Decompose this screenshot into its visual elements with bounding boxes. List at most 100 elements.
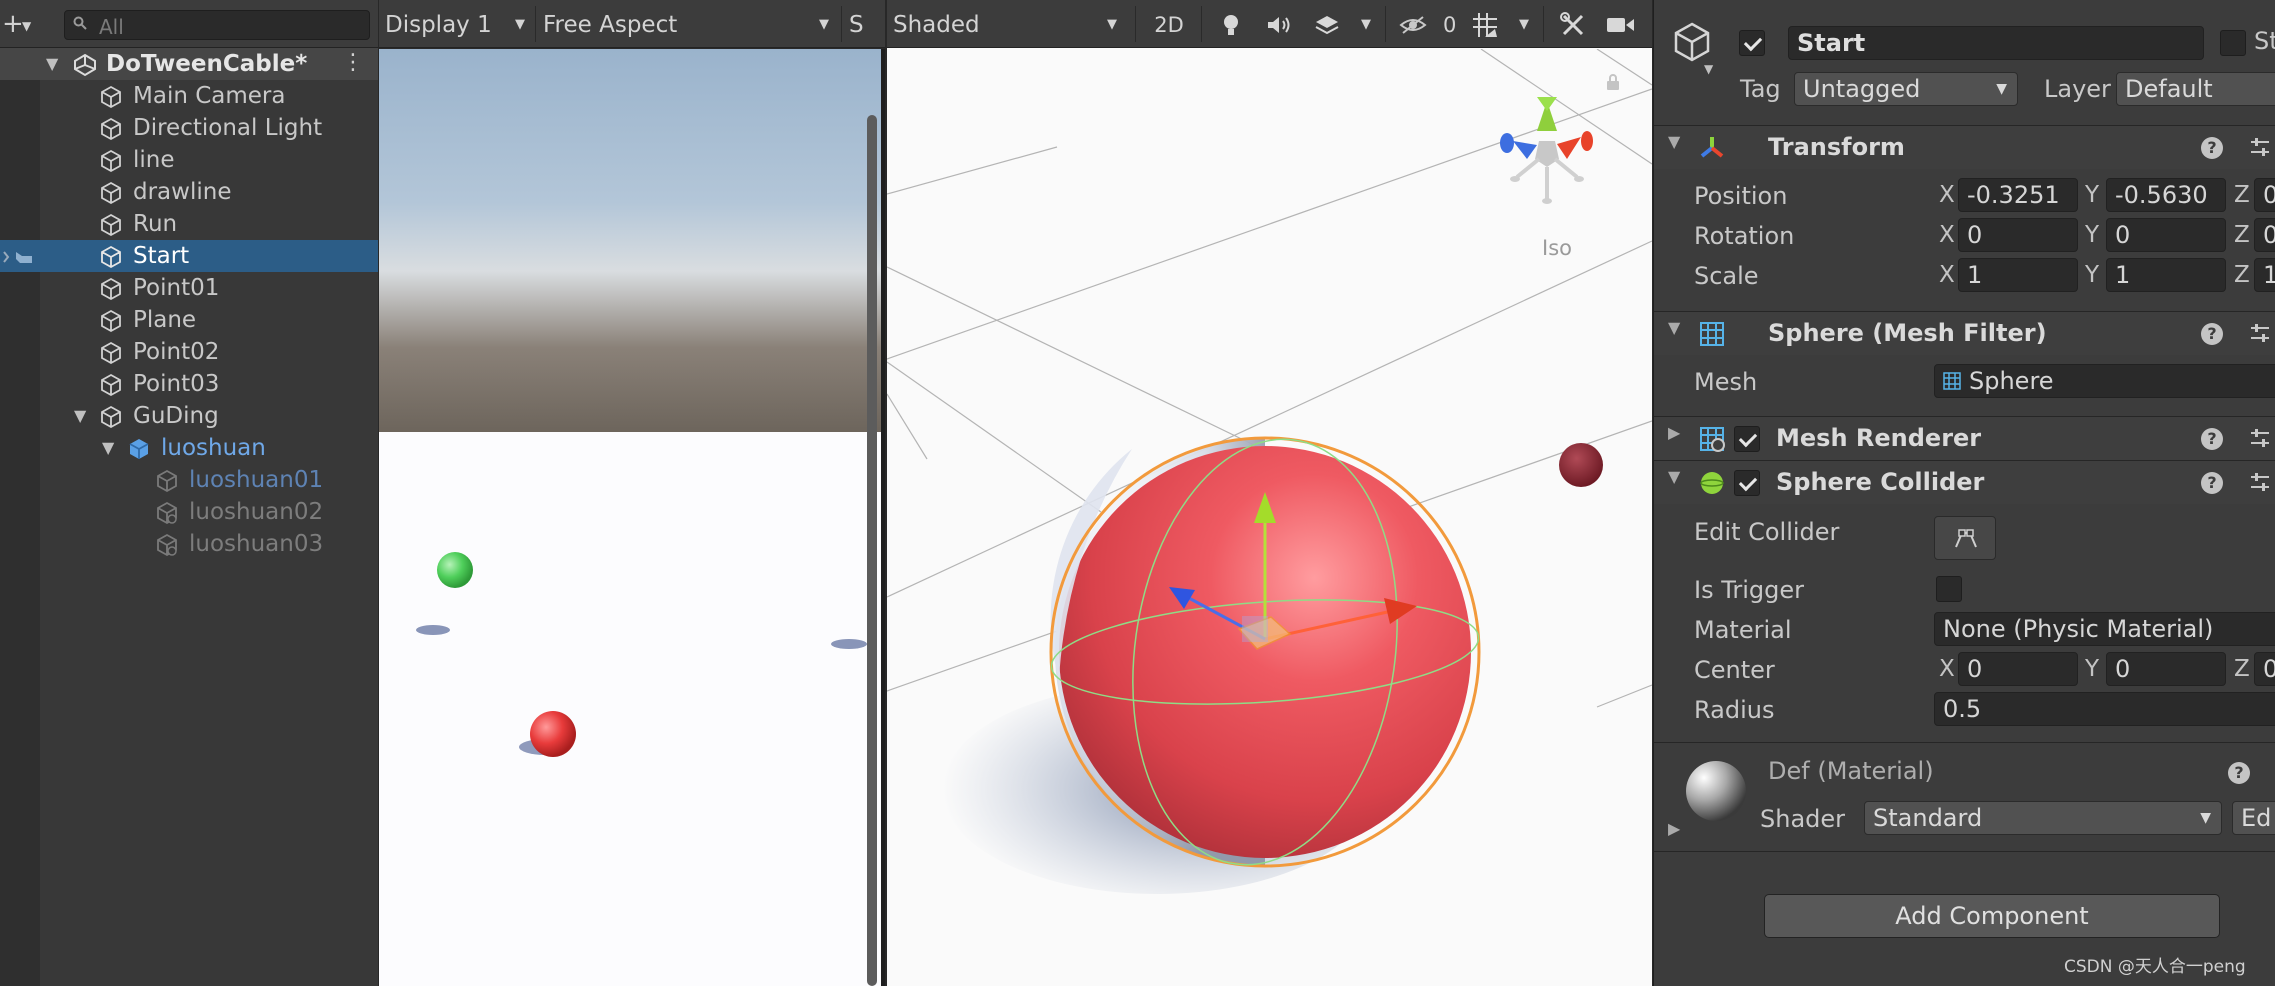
display-dropdown[interactable]: Display 1 ▼: [379, 8, 535, 42]
2d-toggle[interactable]: 2D: [1143, 8, 1195, 42]
sphere-collider-header[interactable]: ▼ Sphere Collider ?: [1654, 460, 2275, 504]
effects-dropdown[interactable]: ▼: [1351, 8, 1381, 42]
transform-header[interactable]: ▼ Transform ?: [1654, 125, 2275, 169]
hierarchy-search-input[interactable]: All: [64, 10, 370, 40]
shader-dropdown[interactable]: Standard ▼: [1864, 801, 2222, 835]
help-icon[interactable]: ?: [2201, 323, 2223, 345]
settings-sliders-icon[interactable]: [2249, 322, 2271, 344]
scene-row[interactable]: ▼ DoTweenCable* ⋮: [0, 48, 378, 80]
hidden-objects-toggle[interactable]: 0: [1393, 8, 1459, 42]
orientation-gizmo[interactable]: [1500, 97, 1593, 204]
effects-toggle[interactable]: [1305, 8, 1349, 42]
sphere-collider-enabled-checkbox[interactable]: [1734, 470, 1760, 496]
radius-field[interactable]: 0.5: [1934, 692, 2275, 726]
fold-arrow-icon[interactable]: ▼: [102, 432, 114, 464]
hierarchy-item-main-camera[interactable]: Main Camera: [0, 80, 378, 112]
active-checkbox[interactable]: [1739, 30, 1765, 56]
hidden-count: 0: [1443, 13, 1457, 37]
game-scrollbar[interactable]: [867, 115, 877, 986]
hierarchy-item-run[interactable]: Run: [0, 208, 378, 240]
help-icon[interactable]: ?: [2201, 137, 2223, 159]
icon-dropdown-caret[interactable]: ▼: [1704, 62, 1713, 76]
add-component-button[interactable]: Add Component: [1764, 894, 2220, 938]
edit-collider-button[interactable]: [1934, 516, 1996, 560]
tools-toggle[interactable]: [1551, 8, 1595, 42]
shading-mode-dropdown[interactable]: Shaded ▼: [887, 8, 1127, 42]
red-ball[interactable]: [530, 711, 576, 757]
lock-icon[interactable]: [1606, 73, 1620, 91]
mesh-renderer-header[interactable]: ▶ Mesh Renderer ?: [1654, 416, 2275, 460]
grid-toggle[interactable]: [1463, 8, 1507, 42]
hierarchy-item-drawline[interactable]: drawline: [0, 176, 378, 208]
scale-z-field[interactable]: 1: [2254, 258, 2275, 292]
camera-settings-toggle[interactable]: [1599, 8, 1643, 42]
help-icon[interactable]: ?: [2201, 428, 2223, 450]
create-button[interactable]: + ▼: [0, 8, 40, 40]
gizmo-plane-handle-blue[interactable]: [1242, 616, 1268, 642]
object-name-field[interactable]: Start: [1788, 26, 2204, 60]
hierarchy-item-luoshuan01[interactable]: luoshuan01: [0, 464, 378, 496]
hierarchy-item-luoshuan02[interactable]: luoshuan02: [0, 496, 378, 528]
mesh-renderer-enabled-checkbox[interactable]: [1734, 426, 1760, 452]
physic-material-field[interactable]: None (Physic Material): [1934, 612, 2275, 646]
mesh-object-field[interactable]: Sphere: [1934, 364, 2275, 398]
lighting-toggle[interactable]: [1209, 8, 1253, 42]
grid-snap-icon: [1473, 13, 1497, 37]
scale-slider-label[interactable]: S: [843, 8, 883, 42]
edit-shader-button[interactable]: Ed: [2232, 801, 2275, 835]
tag-label: Tag: [1740, 75, 1781, 103]
fold-arrow-icon[interactable]: ▼: [1668, 132, 1680, 151]
hierarchy-item-start[interactable]: Start: [0, 240, 378, 272]
layer-dropdown[interactable]: Default: [2116, 72, 2275, 106]
component-title: Mesh Renderer: [1776, 424, 1982, 452]
center-y-field[interactable]: 0: [2106, 652, 2226, 686]
aspect-dropdown[interactable]: Free Aspect ▼: [537, 8, 839, 42]
fold-arrow-icon[interactable]: ▶: [1668, 423, 1680, 442]
hierarchy-item-directional-light[interactable]: Directional Light: [0, 112, 378, 144]
hierarchy-item-luoshuan03[interactable]: luoshuan03: [0, 528, 378, 560]
audio-toggle[interactable]: [1257, 8, 1301, 42]
static-checkbox[interactable]: [2220, 30, 2246, 56]
hierarchy-item-plane[interactable]: Plane: [0, 304, 378, 336]
hierarchy-item-line[interactable]: line: [0, 144, 378, 176]
scene-viewport[interactable]: Iso: [887, 49, 1652, 986]
game-viewport[interactable]: [379, 49, 885, 986]
fold-arrow-icon[interactable]: ▶: [1668, 819, 1680, 838]
position-y-field[interactable]: -0.5630: [2106, 178, 2226, 212]
cube-overridden-icon: [157, 501, 177, 525]
position-x-field[interactable]: -0.3251: [1958, 178, 2078, 212]
fold-arrow-icon[interactable]: ▼: [74, 400, 86, 432]
hierarchy-item-point01[interactable]: Point01: [0, 272, 378, 304]
green-ball[interactable]: [437, 552, 473, 588]
panel-splitter[interactable]: [881, 49, 885, 986]
scale-y-field[interactable]: 1: [2106, 258, 2226, 292]
grid-dropdown[interactable]: ▼: [1509, 8, 1539, 42]
kebab-menu-icon[interactable]: ⋮: [342, 48, 364, 78]
is-trigger-checkbox[interactable]: [1936, 576, 1962, 602]
rotation-y-field[interactable]: 0: [2106, 218, 2226, 252]
hierarchy-item-point03[interactable]: Point03: [0, 368, 378, 400]
hierarchy-item-guding[interactable]: ▼ GuDing: [0, 400, 378, 432]
settings-sliders-icon[interactable]: [2249, 471, 2271, 493]
help-icon[interactable]: ?: [2228, 762, 2250, 784]
settings-sliders-icon[interactable]: [2249, 136, 2271, 158]
hierarchy-item-luoshuan[interactable]: ▼ luoshuan: [0, 432, 378, 464]
center-z-field[interactable]: 0: [2254, 652, 2275, 686]
hand-cursor-icon: [3, 251, 32, 263]
help-icon[interactable]: ?: [2201, 472, 2223, 494]
z-axis-label: Z: [2234, 262, 2250, 288]
point-sphere[interactable]: [1559, 443, 1603, 487]
fold-arrow-icon[interactable]: ▼: [46, 48, 58, 80]
tag-dropdown[interactable]: Untagged ▼: [1794, 72, 2018, 106]
fold-arrow-icon[interactable]: ▼: [1668, 318, 1680, 337]
hierarchy-item-point02[interactable]: Point02: [0, 336, 378, 368]
scale-x-field[interactable]: 1: [1958, 258, 2078, 292]
fold-arrow-icon[interactable]: ▼: [1668, 467, 1680, 486]
rotation-z-field[interactable]: 0: [2254, 218, 2275, 252]
rotation-x-field[interactable]: 0: [1958, 218, 2078, 252]
mesh-filter-header[interactable]: ▼ Sphere (Mesh Filter) ?: [1654, 311, 2275, 355]
settings-sliders-icon[interactable]: [2249, 427, 2271, 449]
position-z-field[interactable]: 0.76: [2254, 178, 2275, 212]
projection-label[interactable]: Iso: [1542, 236, 1572, 260]
center-x-field[interactable]: 0: [1958, 652, 2078, 686]
